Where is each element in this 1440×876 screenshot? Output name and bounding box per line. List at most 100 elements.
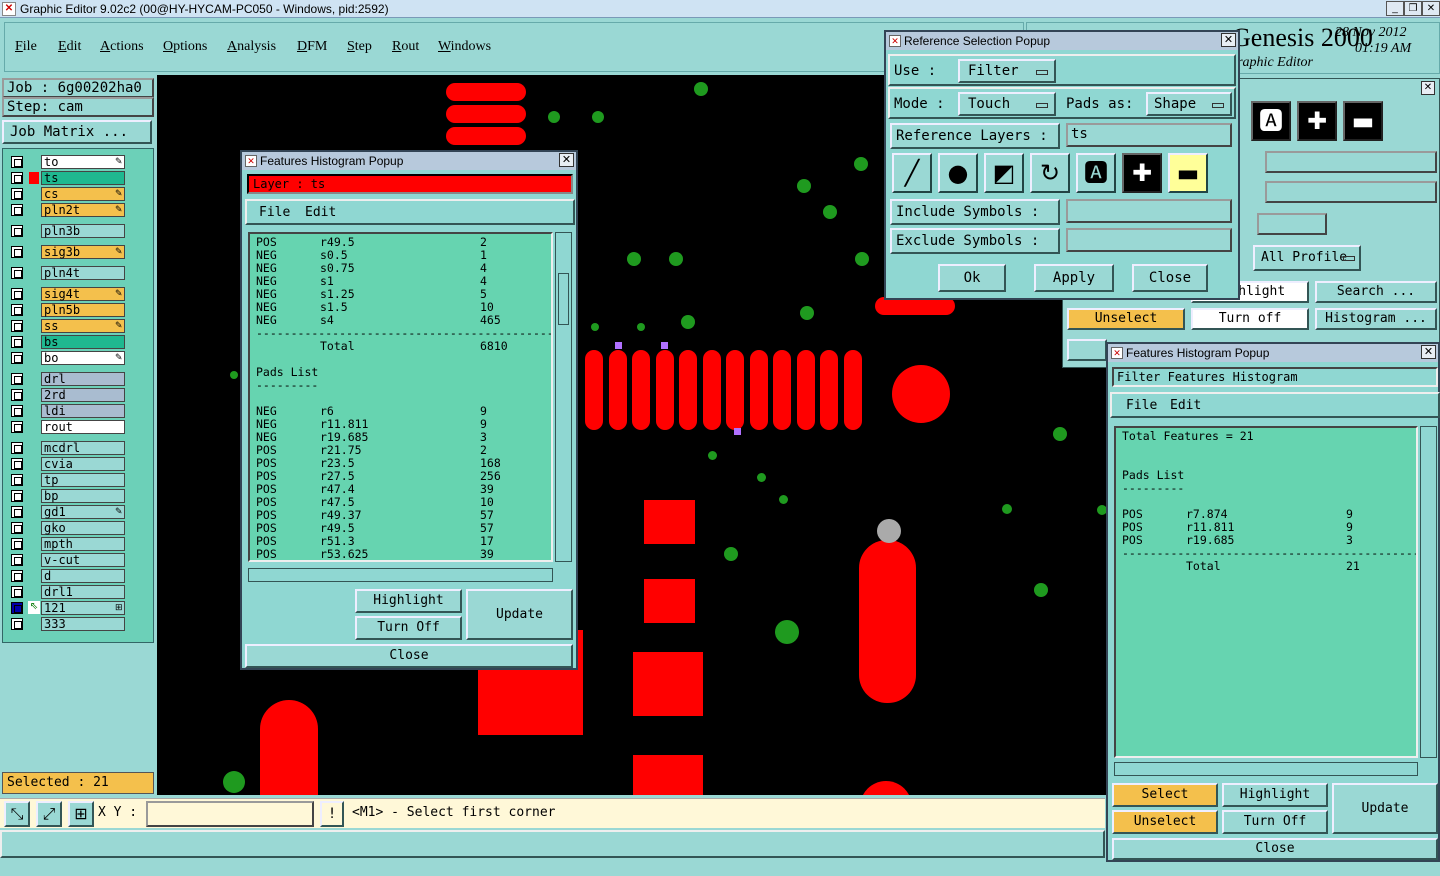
layer-row[interactable]: ⇖ 121 ⊞ [9, 601, 127, 615]
layer-checkbox[interactable] [11, 442, 23, 454]
zoom-fit-icon[interactable]: ⤡ [4, 801, 30, 827]
menu-step[interactable]: Step [347, 39, 372, 55]
layer-checkbox[interactable] [11, 246, 23, 258]
job-matrix-button[interactable]: Job Matrix ... [2, 120, 152, 144]
menu-file[interactable]: File [1126, 398, 1157, 413]
layer-row[interactable]: sig4t ✎ [9, 287, 127, 301]
menu-actions[interactable]: Actions [100, 39, 144, 55]
circle-tool-icon[interactable]: ● [938, 153, 978, 193]
unselect-button[interactable]: Unselect [1112, 810, 1218, 834]
reference-layers-button[interactable]: Reference Layers : [890, 123, 1060, 149]
layer-row[interactable]: mcdrl [9, 441, 127, 455]
menu-file[interactable]: File [15, 39, 37, 55]
layer-checkbox[interactable] [11, 474, 23, 486]
include-symbols-input[interactable] [1066, 199, 1232, 223]
partial-button[interactable] [1067, 339, 1107, 361]
filter-field[interactable] [1265, 181, 1437, 203]
menu-edit[interactable]: Edit [305, 205, 336, 220]
list-row[interactable]: NEG r11.811 9 [250, 418, 551, 431]
layer-row[interactable]: sig3b ✎ [9, 245, 127, 259]
update-button[interactable]: Update [1332, 783, 1438, 834]
layer-row[interactable]: bp [9, 489, 127, 503]
layer-row[interactable]: pln3b [9, 224, 127, 238]
list-row[interactable]: NEG s1.5 10 [250, 301, 551, 314]
select-button[interactable]: Select [1112, 783, 1218, 807]
scroll-thumb[interactable] [558, 273, 569, 325]
list-row[interactable]: POS r19.685 3 [1116, 534, 1416, 547]
layer-checkbox[interactable] [11, 405, 23, 417]
subtract-icon[interactable]: ▬ [1343, 101, 1383, 141]
list-row[interactable]: POS r49.37 57 [250, 509, 551, 522]
layer-checkbox[interactable] [11, 320, 23, 332]
apply-button[interactable]: Apply [1034, 264, 1114, 292]
layer-checkbox[interactable] [11, 522, 23, 534]
search-button[interactable]: Search ... [1315, 281, 1437, 303]
list-row[interactable]: NEG s0.5 1 [250, 249, 551, 262]
layer-row[interactable]: drl [9, 372, 127, 386]
layer-checkbox[interactable] [11, 225, 23, 237]
layer-row[interactable]: ts [9, 171, 127, 185]
list-row[interactable]: POS r53.625 39 [250, 548, 551, 561]
layer-checkbox[interactable] [11, 336, 23, 348]
include-symbols-button[interactable]: Include Symbols : [890, 199, 1060, 225]
layer-row[interactable]: gko [9, 521, 127, 535]
layer-row[interactable]: gd1 ✎ [9, 505, 127, 519]
add-icon[interactable]: ✚ [1297, 101, 1337, 141]
turn-off-button[interactable]: Turn Off [355, 616, 462, 640]
grid-icon[interactable]: ⊞ [68, 801, 94, 827]
ok-button[interactable]: Ok [938, 264, 1006, 292]
list-row[interactable]: NEG r19.685 3 [250, 431, 551, 444]
layer-row[interactable]: bs [9, 335, 127, 349]
layer-checkbox[interactable] [11, 458, 23, 470]
layer-row[interactable]: drl1 [9, 585, 127, 599]
menu-edit[interactable]: Edit [58, 39, 81, 55]
layer-row[interactable]: 333 [9, 617, 127, 631]
layer-row[interactable]: tp [9, 473, 127, 487]
line-tool-icon[interactable]: ╱ [892, 153, 932, 193]
close-button[interactable]: Close [245, 644, 573, 668]
highlight-button[interactable]: Highlight [355, 589, 462, 613]
text-tool-icon[interactable]: 🅰 [1251, 101, 1291, 141]
close-button[interactable]: Close [1112, 838, 1438, 860]
turn-off-button[interactable]: Turn off [1191, 308, 1309, 330]
layer-checkbox[interactable] [11, 506, 23, 518]
layer-checkbox[interactable] [11, 618, 23, 630]
list-row[interactable]: NEG r6 9 [250, 405, 551, 418]
square-tool-icon[interactable]: ◩ [984, 153, 1024, 193]
list-row[interactable]: POS r49.5 2 [250, 236, 551, 249]
layer-checkbox[interactable] [11, 554, 23, 566]
subtract-icon[interactable]: ▬ [1168, 153, 1208, 193]
update-button[interactable]: Update [466, 589, 573, 640]
layer-row[interactable]: ldi [9, 404, 127, 418]
list-row[interactable]: NEG s1.25 5 [250, 288, 551, 301]
vertical-scrollbar[interactable] [1420, 426, 1437, 758]
layer-checkbox[interactable] [11, 188, 23, 200]
layer-checkbox[interactable] [11, 389, 23, 401]
layer-checkbox[interactable] [11, 172, 23, 184]
list-row[interactable]: NEG s1 4 [250, 275, 551, 288]
layer-checkbox[interactable] [11, 352, 23, 364]
layer-row[interactable]: cs ✎ [9, 187, 127, 201]
menu-analysis[interactable]: Analysis [227, 39, 276, 55]
measure-icon[interactable]: ⤢ [36, 801, 62, 827]
histogram-list[interactable]: Total Features = 21 Pads List --------- POS… [1114, 426, 1418, 758]
close-icon[interactable]: ✕ [1221, 33, 1236, 47]
use-dropdown[interactable]: Filter [958, 59, 1056, 83]
layer-checkbox[interactable] [11, 267, 23, 279]
layer-checkbox[interactable] [11, 490, 23, 502]
layer-checkbox[interactable] [11, 288, 23, 300]
menu-options[interactable]: Options [163, 39, 207, 55]
filter-field[interactable] [1265, 151, 1437, 173]
layer-row[interactable]: ss ✎ [9, 319, 127, 333]
layer-checkbox[interactable] [11, 156, 23, 168]
list-row[interactable]: POS r51.3 17 [250, 535, 551, 548]
list-row[interactable]: POS r49.5 57 [250, 522, 551, 535]
list-row[interactable]: POS r27.5 256 [250, 470, 551, 483]
reference-layers-input[interactable]: ts [1066, 123, 1232, 147]
list-row[interactable]: NEG s0.75 4 [250, 262, 551, 275]
menu-edit[interactable]: Edit [1170, 398, 1201, 413]
menu-file[interactable]: File [259, 205, 290, 220]
pads-as-dropdown[interactable]: Shape [1146, 92, 1232, 116]
menu-windows[interactable]: Windows [438, 39, 491, 55]
layer-checkbox[interactable] [11, 204, 23, 216]
